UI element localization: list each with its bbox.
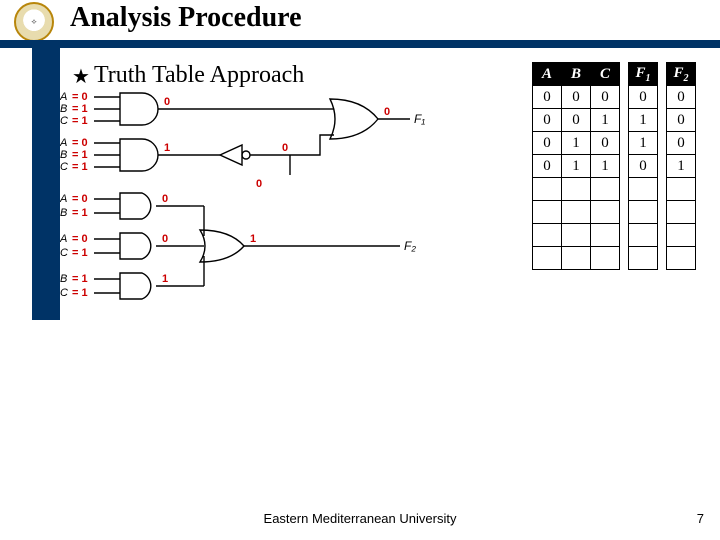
table-row [533, 224, 696, 247]
table-header-row: A B C F1 F2 [533, 63, 696, 86]
col-F1: F1 [629, 63, 658, 86]
svg-text:0: 0 [164, 96, 170, 108]
table-row: 01101 [533, 155, 696, 178]
truth-table: A B C F1 F2 00000 00110 01010 01101 [532, 62, 696, 270]
col-C: C [591, 63, 620, 86]
col-A: A [533, 63, 562, 86]
table-row [533, 178, 696, 201]
svg-text:F₁: F₁ [414, 112, 425, 126]
slide-subtitle: ★Truth Table Approach [72, 62, 304, 89]
svg-text:B: B [60, 103, 67, 115]
svg-text:= 0: = 0 [72, 91, 88, 103]
svg-text:1: 1 [164, 142, 170, 154]
svg-text:= 1: = 1 [72, 161, 88, 173]
logic-circuit-diagram: .w { stroke:#000; stroke-width:1.4; fill… [60, 90, 440, 370]
svg-text:A: A [60, 233, 67, 245]
table-row: 00000 [533, 86, 696, 109]
svg-text:C: C [60, 247, 68, 259]
svg-text:= 0: = 0 [72, 193, 88, 205]
col-B: B [562, 63, 591, 86]
svg-text:= 0: = 0 [72, 233, 88, 245]
svg-text:A: A [60, 91, 67, 103]
svg-text:= 1: = 1 [72, 287, 88, 299]
svg-text:= 1: = 1 [72, 247, 88, 259]
svg-text:= 1: = 1 [72, 103, 88, 115]
svg-text:A: A [60, 193, 67, 205]
svg-text:0: 0 [384, 106, 390, 118]
svg-text:= 1: = 1 [72, 149, 88, 161]
svg-text:C: C [60, 161, 68, 173]
page-number: 7 [697, 511, 704, 526]
svg-text:C: C [60, 115, 68, 127]
footer-text: Eastern Mediterranean University [0, 511, 720, 526]
svg-text:= 0: = 0 [72, 137, 88, 149]
svg-text:0: 0 [282, 142, 288, 154]
header-divider [0, 40, 720, 48]
svg-text:B: B [60, 149, 67, 161]
svg-text:0: 0 [162, 233, 168, 245]
col-F2: F2 [667, 63, 696, 86]
subtitle-text: Truth Table Approach [94, 62, 304, 88]
svg-text:F₂: F₂ [404, 239, 416, 253]
slide-title: Analysis Procedure [70, 2, 302, 34]
svg-text:A: A [60, 137, 67, 149]
bullet-star-icon: ★ [72, 66, 94, 88]
table-row [533, 247, 696, 270]
svg-text:C: C [60, 287, 68, 299]
svg-text:B: B [60, 273, 67, 285]
table-row: 00110 [533, 109, 696, 132]
svg-text:1: 1 [162, 273, 168, 285]
svg-text:= 1: = 1 [72, 273, 88, 285]
svg-text:= 1: = 1 [72, 115, 88, 127]
table-row: 01010 [533, 132, 696, 155]
side-accent-bar [32, 40, 60, 320]
table-row [533, 201, 696, 224]
svg-text:1: 1 [250, 233, 256, 245]
svg-text:= 1: = 1 [72, 207, 88, 219]
svg-text:B: B [60, 207, 67, 219]
svg-text:0: 0 [256, 178, 262, 190]
university-logo: ⟡ [14, 2, 54, 42]
svg-text:0: 0 [162, 193, 168, 205]
